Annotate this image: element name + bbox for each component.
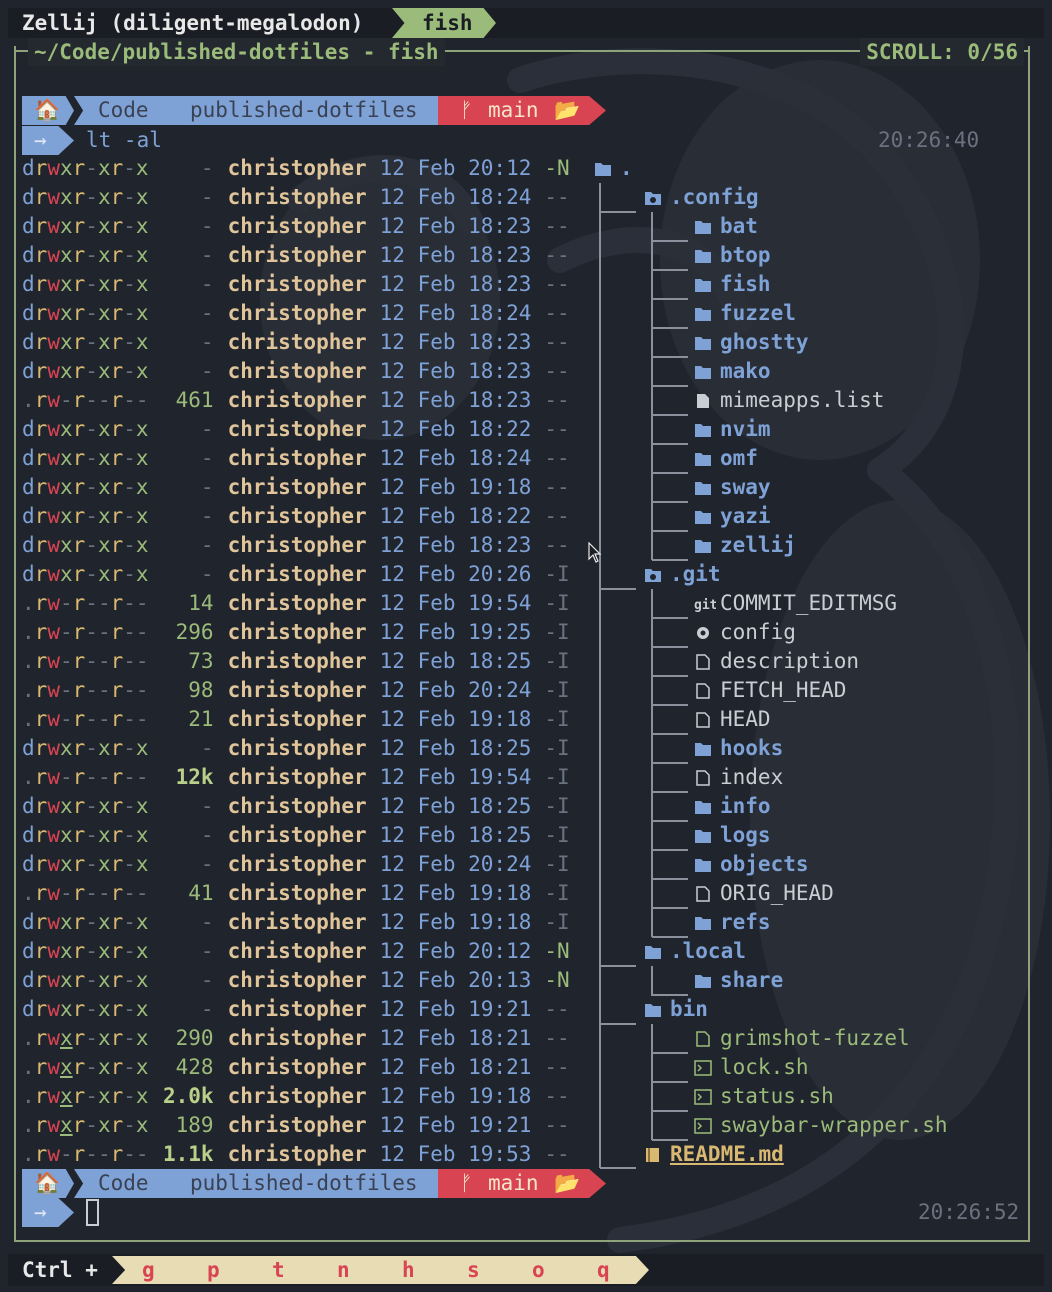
key-label: n bbox=[337, 1258, 350, 1282]
tree-connectors bbox=[599, 183, 688, 1169]
key-label: o bbox=[532, 1258, 545, 1282]
folder-open-icon: 📂 bbox=[554, 1171, 581, 1195]
ctrl-label: Ctrl + bbox=[22, 1258, 98, 1282]
text-cursor bbox=[86, 1199, 99, 1226]
prompt-arrow: → bbox=[22, 1198, 74, 1227]
key-label: g bbox=[142, 1258, 155, 1282]
key-label: p bbox=[207, 1258, 220, 1282]
command-line-2[interactable]: → 20:26:52 bbox=[22, 1198, 1022, 1227]
mouse-pointer-icon bbox=[588, 542, 602, 563]
branch-icon: ᚠ bbox=[460, 1171, 473, 1195]
path-label: published-dotfiles bbox=[190, 1171, 418, 1195]
branch-label: main bbox=[488, 1171, 539, 1195]
path-segment-code: Code bbox=[74, 1169, 188, 1198]
key-label: h bbox=[402, 1258, 415, 1282]
zellij-status-bar: Ctrl + g p t n h s o q bbox=[8, 1254, 1044, 1286]
prompt-line-2: 🏠 Code published-dotfiles ᚠ main 📂 bbox=[22, 1169, 622, 1198]
path-label: Code bbox=[98, 1171, 149, 1195]
key-label: s bbox=[467, 1258, 480, 1282]
home-icon: 🏠 bbox=[34, 1171, 61, 1195]
key-label: q bbox=[597, 1258, 610, 1282]
home-segment: 🏠 bbox=[22, 1169, 74, 1198]
key-label: t bbox=[272, 1258, 285, 1282]
path-segment-repo: published-dotfiles bbox=[172, 1169, 462, 1198]
timestamp: 20:26:52 bbox=[918, 1200, 1020, 1224]
git-branch-segment: ᚠ main 📂 bbox=[438, 1169, 606, 1198]
